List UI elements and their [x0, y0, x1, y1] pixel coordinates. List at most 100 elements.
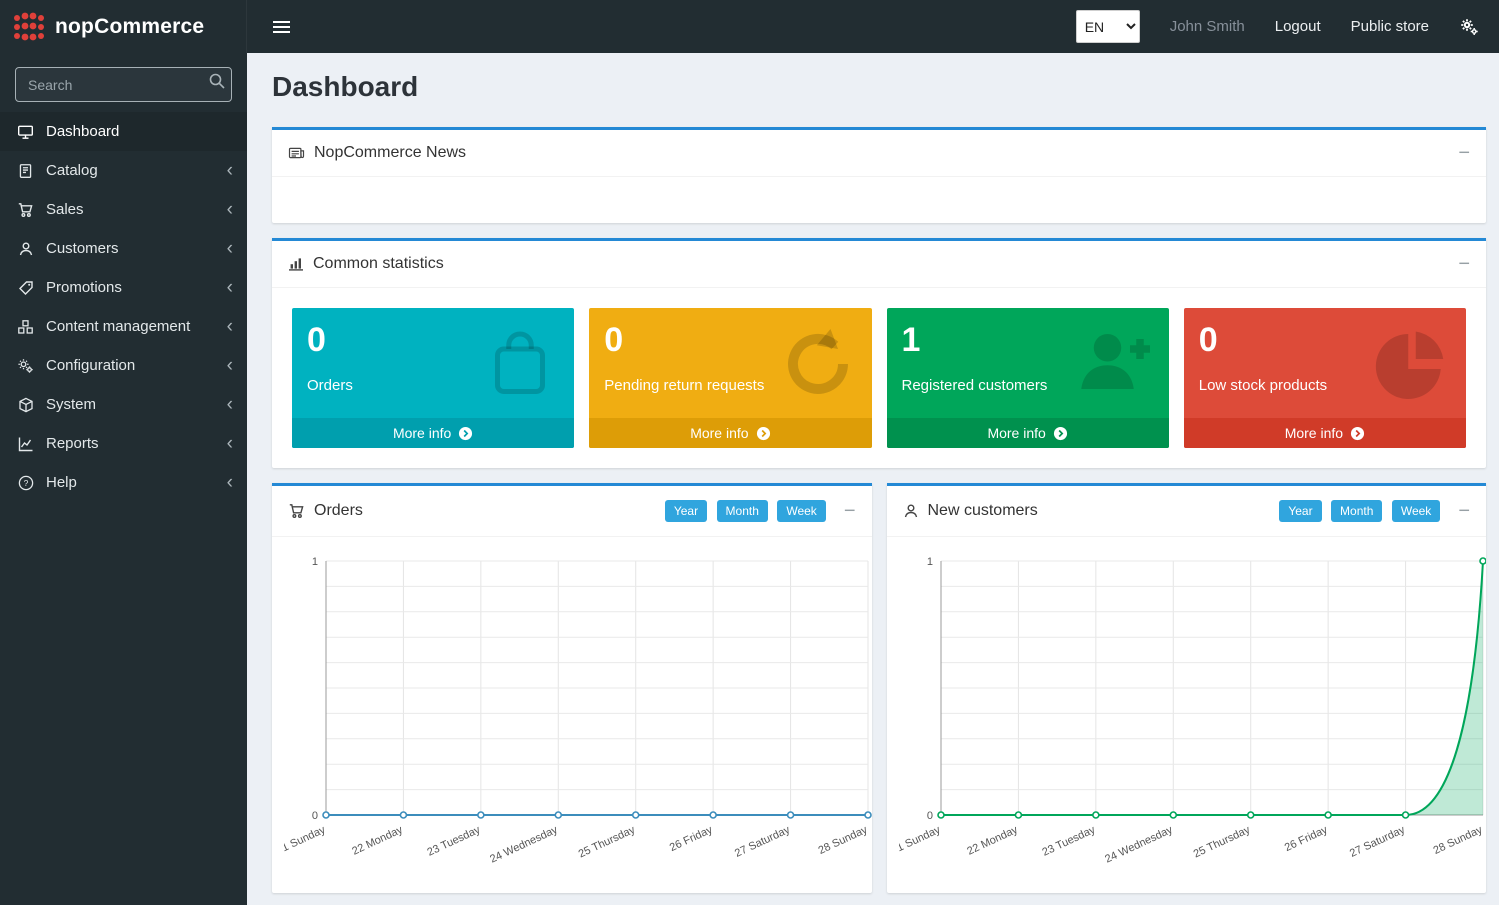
- chevron-left-icon: ‹: [227, 243, 233, 255]
- sidebar-item-sales[interactable]: Sales ‹: [0, 190, 247, 229]
- stat-box-body: 1 Registered customers: [887, 308, 1169, 418]
- brand-logo[interactable]: nopCommerce: [0, 0, 247, 53]
- orders-chart: 1021 Sunday22 Monday23 Tuesday24 Wednesd…: [272, 537, 872, 893]
- svg-text:24 Wednesday: 24 Wednesday: [1103, 824, 1175, 866]
- page-title: Dashboard: [272, 71, 1486, 103]
- arrow-circle-right-icon: [1350, 426, 1365, 441]
- newspaper-icon: [288, 145, 305, 161]
- sidebar-item-catalog[interactable]: Catalog ‹: [0, 151, 247, 190]
- new-customers-panel-title: New customers: [928, 502, 1038, 520]
- more-info-label: More info: [690, 425, 748, 441]
- sidebar-item-reports[interactable]: Reports ‹: [0, 424, 247, 463]
- more-info-link[interactable]: More info: [887, 418, 1169, 448]
- svg-text:22 Monday: 22 Monday: [350, 824, 405, 858]
- sidebar-item-content-management[interactable]: Content management ‹: [0, 307, 247, 346]
- stat-box-body: 0 Pending return requests: [589, 308, 871, 418]
- brand-dots-icon: [12, 10, 46, 44]
- news-panel-body: [272, 177, 1486, 223]
- arrow-circle-right-icon: [1053, 426, 1068, 441]
- bar-chart-icon: [288, 256, 304, 272]
- chevron-left-icon: ‹: [227, 477, 233, 489]
- svg-text:25 Thursday: 25 Thursday: [577, 824, 638, 861]
- collapse-icon[interactable]: −: [1458, 146, 1470, 160]
- sidebar-item-label: Reports: [46, 435, 216, 452]
- cubes-icon: [16, 319, 35, 335]
- sidebar-item-label: Sales: [46, 201, 216, 218]
- stat-label: Registered customers: [902, 377, 1154, 394]
- sidebar-item-promotions[interactable]: Promotions ‹: [0, 268, 247, 307]
- sidebar-item-configuration[interactable]: Configuration ‹: [0, 346, 247, 385]
- user-icon: [903, 503, 919, 519]
- svg-text:23 Tuesday: 23 Tuesday: [1040, 824, 1097, 859]
- month-button[interactable]: Month: [717, 500, 768, 522]
- question-icon: ?: [16, 475, 35, 491]
- new-customers-panel: New customers Year Month Week − 1 0 21 Sun…: [887, 483, 1487, 893]
- svg-text:1: 1: [312, 556, 318, 568]
- desktop-icon: [16, 124, 35, 140]
- sidebar-item-dashboard[interactable]: Dashboard: [0, 112, 247, 151]
- more-info-link[interactable]: More info: [1184, 418, 1466, 448]
- collapse-icon[interactable]: −: [844, 504, 856, 518]
- month-button[interactable]: Month: [1331, 500, 1382, 522]
- sidebar-item-help[interactable]: ? Help ‹: [0, 463, 247, 502]
- collapse-icon[interactable]: −: [1458, 504, 1470, 518]
- svg-text:27 Saturday: 27 Saturday: [1347, 824, 1406, 860]
- chevron-left-icon: ‹: [227, 399, 233, 411]
- cube-icon: [16, 397, 35, 413]
- book-icon: [16, 163, 35, 179]
- sidebar-item-customers[interactable]: Customers ‹: [0, 229, 247, 268]
- svg-text:0: 0: [312, 810, 318, 822]
- stat-value: 0: [307, 322, 559, 359]
- collapse-icon[interactable]: −: [1458, 257, 1470, 271]
- year-button[interactable]: Year: [665, 500, 707, 522]
- more-info-link[interactable]: More info: [589, 418, 871, 448]
- svg-text:1: 1: [926, 556, 932, 568]
- sidebar-toggle-button[interactable]: [265, 15, 298, 39]
- chevron-left-icon: ‹: [227, 321, 233, 333]
- search-icon[interactable]: [208, 72, 226, 90]
- main-content: Dashboard NopCommerce News − Common stat…: [247, 0, 1499, 905]
- gears-icon: [16, 358, 35, 374]
- new-customers-chart: 1 0 21 Sunday 22 Monday 23 Tuesday24 Wednesd…: [887, 537, 1487, 893]
- top-nav: EN John Smith Logout Public store: [247, 0, 1499, 53]
- new-customers-range-buttons: Year Month Week: [1274, 500, 1440, 522]
- svg-text:28 Sunday: 28 Sunday: [1431, 824, 1484, 857]
- svg-text:23 Tuesday: 23 Tuesday: [426, 824, 483, 859]
- settings-gear-icon[interactable]: [1459, 17, 1479, 37]
- svg-text:?: ?: [23, 478, 28, 488]
- more-info-link[interactable]: More info: [292, 418, 574, 448]
- cart-icon: [288, 503, 305, 519]
- tag-icon: [16, 280, 35, 296]
- sidebar-item-system[interactable]: System ‹: [0, 385, 247, 424]
- week-button[interactable]: Week: [1392, 500, 1440, 522]
- stat-boxes-row: 0 Orders More info 0 Pending return requ…: [272, 288, 1486, 468]
- svg-text:28 Sunday: 28 Sunday: [817, 824, 870, 857]
- news-panel: NopCommerce News −: [272, 127, 1486, 223]
- logout-link[interactable]: Logout: [1275, 18, 1321, 35]
- language-select[interactable]: EN: [1076, 10, 1140, 43]
- arrow-circle-right-icon: [756, 426, 771, 441]
- line-chart-icon: [16, 436, 35, 452]
- stat-box-low-stock: 0 Low stock products More info: [1184, 308, 1466, 448]
- orders-range-buttons: Year Month Week: [660, 500, 826, 522]
- sidebar-item-label: System: [46, 396, 216, 413]
- news-panel-header: NopCommerce News −: [272, 130, 1486, 177]
- user-icon: [16, 241, 35, 257]
- more-info-label: More info: [393, 425, 451, 441]
- stat-box-registered-customers: 1 Registered customers More info: [887, 308, 1169, 448]
- search-input[interactable]: [15, 67, 232, 102]
- svg-text:22 Monday: 22 Monday: [965, 824, 1020, 858]
- year-button[interactable]: Year: [1279, 500, 1321, 522]
- stat-box-body: 0 Low stock products: [1184, 308, 1466, 418]
- stat-value: 0: [604, 322, 856, 359]
- orders-panel: Orders Year Month Week − 1021 Sunday22 M…: [272, 483, 872, 893]
- svg-text:27 Saturday: 27 Saturday: [733, 824, 792, 860]
- public-store-link[interactable]: Public store: [1351, 18, 1429, 35]
- svg-text:21 Sunday: 21 Sunday: [284, 824, 328, 857]
- stat-box-pending-returns: 0 Pending return requests More info: [589, 308, 871, 448]
- svg-text:0: 0: [926, 810, 932, 822]
- sidebar-item-label: Dashboard: [46, 123, 233, 140]
- week-button[interactable]: Week: [777, 500, 825, 522]
- sidebar-item-label: Promotions: [46, 279, 216, 296]
- svg-text:21 Sunday: 21 Sunday: [899, 824, 943, 857]
